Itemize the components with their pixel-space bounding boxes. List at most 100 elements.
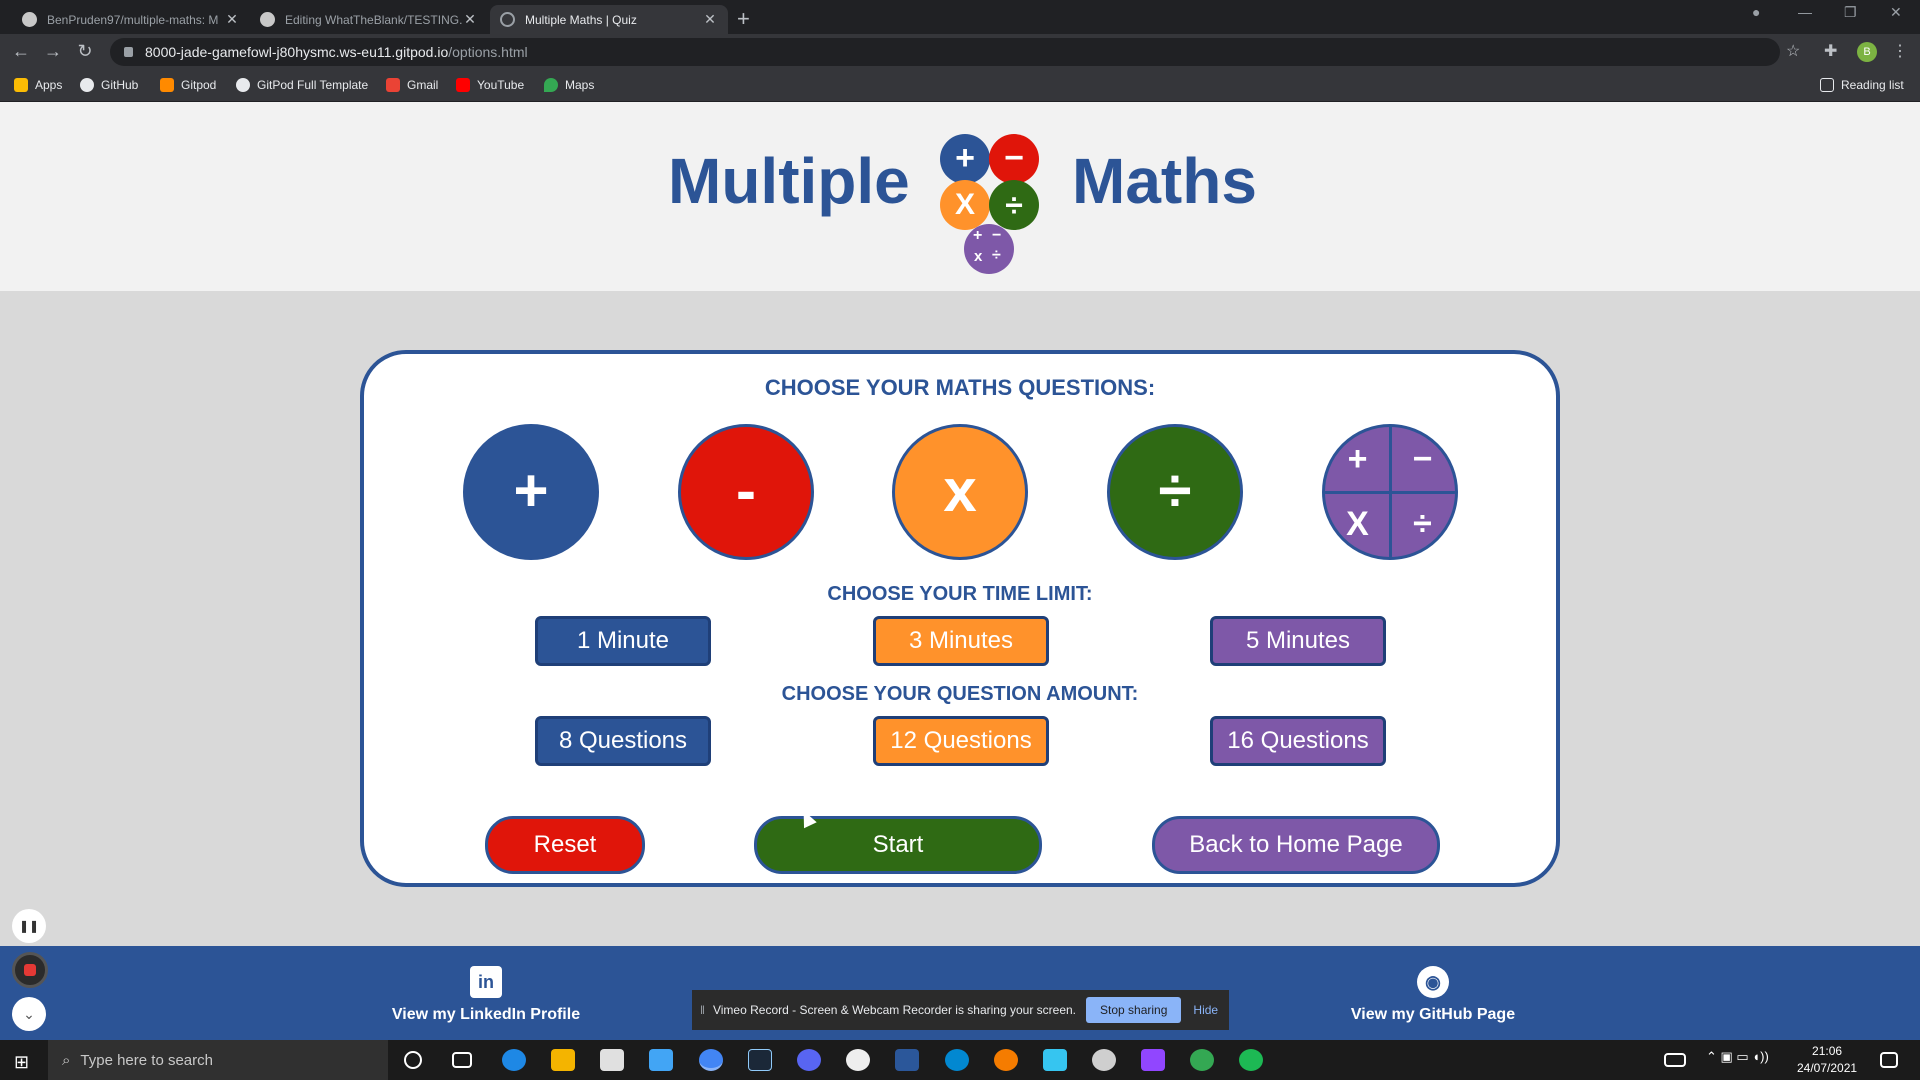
forward-icon[interactable]: → — [42, 41, 64, 62]
file-explorer-icon[interactable] — [551, 1049, 575, 1071]
github-link[interactable]: ◉ View my GitHub Page — [1348, 966, 1518, 1024]
lock-icon — [124, 47, 133, 57]
taskbar-clock[interactable]: 21:06 24/07/2021 — [1797, 1043, 1857, 1077]
minus-symbol: - — [736, 457, 756, 524]
quiz-options-panel: CHOOSE YOUR MATHS QUESTIONS: + - x ÷ + −… — [360, 350, 1560, 887]
discord-icon[interactable] — [797, 1049, 821, 1071]
amount-8-questions-button[interactable]: 8 Questions — [535, 716, 711, 766]
task-view-icon[interactable] — [452, 1052, 472, 1068]
close-icon[interactable]: ✕ — [702, 11, 718, 28]
notifications-icon[interactable] — [1880, 1052, 1898, 1068]
bookmark-label: GitHub — [101, 78, 139, 92]
hide-button[interactable]: Hide — [1193, 1003, 1218, 1017]
chrome-profile-icon[interactable] — [1190, 1049, 1214, 1071]
bookmark-star-icon[interactable]: ☆ — [1786, 41, 1800, 61]
github-icon — [80, 78, 94, 92]
addition-button[interactable]: + — [463, 424, 599, 560]
division-button[interactable]: ÷ — [1107, 424, 1243, 560]
reset-button[interactable]: Reset — [485, 816, 645, 874]
new-tab-icon[interactable]: + — [737, 6, 750, 32]
plus-symbol: + — [513, 457, 549, 524]
start-button[interactable]: Start — [754, 816, 1042, 874]
reading-list-icon — [1820, 78, 1834, 92]
mixed-minus: − — [1412, 440, 1433, 478]
profile-avatar[interactable]: B — [1857, 42, 1877, 62]
tab-title: Multiple Maths | Quiz — [525, 12, 637, 27]
system-tray-icons[interactable]: ⌃ ▣ ▭ ◖)) — [1706, 1049, 1786, 1071]
tab-multiple-maths-quiz[interactable]: Multiple Maths | Quiz ✕ — [490, 5, 728, 34]
chrome-icon[interactable] — [699, 1049, 723, 1071]
spotify-icon[interactable] — [1239, 1049, 1263, 1071]
mixed-operations-button[interactable]: + − X ÷ — [1322, 424, 1458, 560]
maths-logo: + − X ÷ + − x ÷ — [937, 134, 1047, 274]
bookmark-gmail[interactable]: Gmail — [386, 78, 438, 92]
tab-github-repo[interactable]: BenPruden97/multiple-maths: M ✕ — [12, 5, 250, 34]
reading-list-label: Reading list — [1841, 78, 1904, 92]
bookmark-youtube[interactable]: YouTube — [456, 78, 524, 92]
amount-12-questions-button[interactable]: 12 Questions — [873, 716, 1049, 766]
search-icon: ⌕ — [62, 1051, 71, 1069]
reload-icon[interactable]: ↻ — [74, 41, 96, 62]
linkedin-link[interactable]: in View my LinkedIn Profile — [386, 966, 586, 1024]
windows-start-icon[interactable]: ⊞ — [14, 1052, 29, 1073]
tab-title: Editing WhatTheBlank/TESTING. — [285, 12, 462, 27]
bookmark-gitpod[interactable]: Gitpod — [160, 78, 216, 92]
recorder-collapse-button[interactable]: ⌄ — [12, 997, 46, 1031]
linkedin-label: View my LinkedIn Profile — [391, 1006, 581, 1023]
site-header: Multiple + − X ÷ + − x ÷ Maths — [0, 102, 1920, 291]
back-to-home-button[interactable]: Back to Home Page — [1152, 816, 1440, 874]
origin-icon[interactable] — [994, 1049, 1018, 1071]
close-window-icon[interactable]: ✕ — [1890, 4, 1902, 21]
globe-icon — [500, 12, 515, 27]
github-label: View my GitHub Page — [1350, 1006, 1516, 1023]
drag-handle-icon[interactable]: ‖ — [700, 1003, 705, 1017]
windows-taskbar: ⊞ ⌕ Type here to search ⌃ ▣ ▭ ◖)) 21:06 … — [0, 1040, 1920, 1080]
bookmark-maps[interactable]: Maps — [544, 78, 594, 92]
amount-16-questions-button[interactable]: 16 Questions — [1210, 716, 1386, 766]
menu-icon[interactable]: ⋮ — [1892, 41, 1908, 61]
gitkraken-icon[interactable] — [846, 1049, 870, 1071]
stop-sharing-button[interactable]: Stop sharing — [1086, 997, 1182, 1023]
recorder-stop-button[interactable] — [12, 952, 48, 988]
github-icon: ◉ — [1417, 966, 1449, 998]
media-icon[interactable]: ● — [1752, 4, 1760, 20]
back-icon[interactable]: ← — [10, 41, 32, 62]
clock-time: 21:06 — [1812, 1044, 1843, 1058]
browser-toolbar: ← → ↻ 8000-jade-gamefowl-j80hysmc.ws-eu1… — [0, 34, 1920, 70]
bookmark-apps[interactable]: Apps — [14, 78, 62, 92]
gitpod-icon — [160, 78, 174, 92]
cortana-icon[interactable] — [404, 1051, 422, 1069]
subtraction-button[interactable]: - — [678, 424, 814, 560]
store-icon[interactable] — [600, 1049, 624, 1071]
keyboard-icon[interactable] — [1664, 1053, 1686, 1067]
time-5-minutes-button[interactable]: 5 Minutes — [1210, 616, 1386, 666]
github-icon — [260, 12, 275, 27]
minimize-icon[interactable]: — — [1798, 4, 1812, 20]
twitch-icon[interactable] — [1141, 1049, 1165, 1071]
close-icon[interactable]: ✕ — [462, 11, 478, 28]
close-icon[interactable]: ✕ — [224, 11, 240, 28]
tab-editing-testing[interactable]: Editing WhatTheBlank/TESTING. ✕ — [250, 5, 488, 34]
reading-list[interactable]: Reading list — [1820, 78, 1904, 92]
edge-icon[interactable] — [502, 1049, 526, 1071]
multiplication-button[interactable]: x — [892, 424, 1028, 560]
bookmark-github[interactable]: GitHub — [80, 78, 138, 92]
steam-icon[interactable] — [748, 1049, 772, 1071]
bookmark-gitpod-template[interactable]: GitPod Full Template — [236, 78, 368, 92]
address-bar[interactable]: 8000-jade-gamefowl-j80hysmc.ws-eu11.gitp… — [110, 38, 1780, 66]
amount-heading: CHOOSE YOUR QUESTION AMOUNT: — [781, 683, 1139, 705]
xbox-icon[interactable] — [1092, 1049, 1116, 1071]
uplay-icon[interactable] — [945, 1049, 969, 1071]
times-symbol: x — [943, 457, 977, 524]
taskbar-search[interactable]: ⌕ Type here to search — [48, 1040, 388, 1080]
restore-icon[interactable]: ❐ — [1844, 4, 1857, 21]
extensions-icon[interactable]: ✚ — [1824, 41, 1837, 61]
logo-times-circle: X — [940, 180, 990, 230]
mail-icon[interactable] — [649, 1049, 673, 1071]
word-icon[interactable] — [895, 1049, 919, 1071]
time-1-minute-button[interactable]: 1 Minute — [535, 616, 711, 666]
recorder-pause-button[interactable]: ❚❚ — [12, 909, 46, 943]
time-3-minutes-button[interactable]: 3 Minutes — [873, 616, 1049, 666]
slack-icon[interactable] — [1043, 1049, 1067, 1071]
time-heading: CHOOSE YOUR TIME LIMIT: — [827, 583, 1093, 605]
